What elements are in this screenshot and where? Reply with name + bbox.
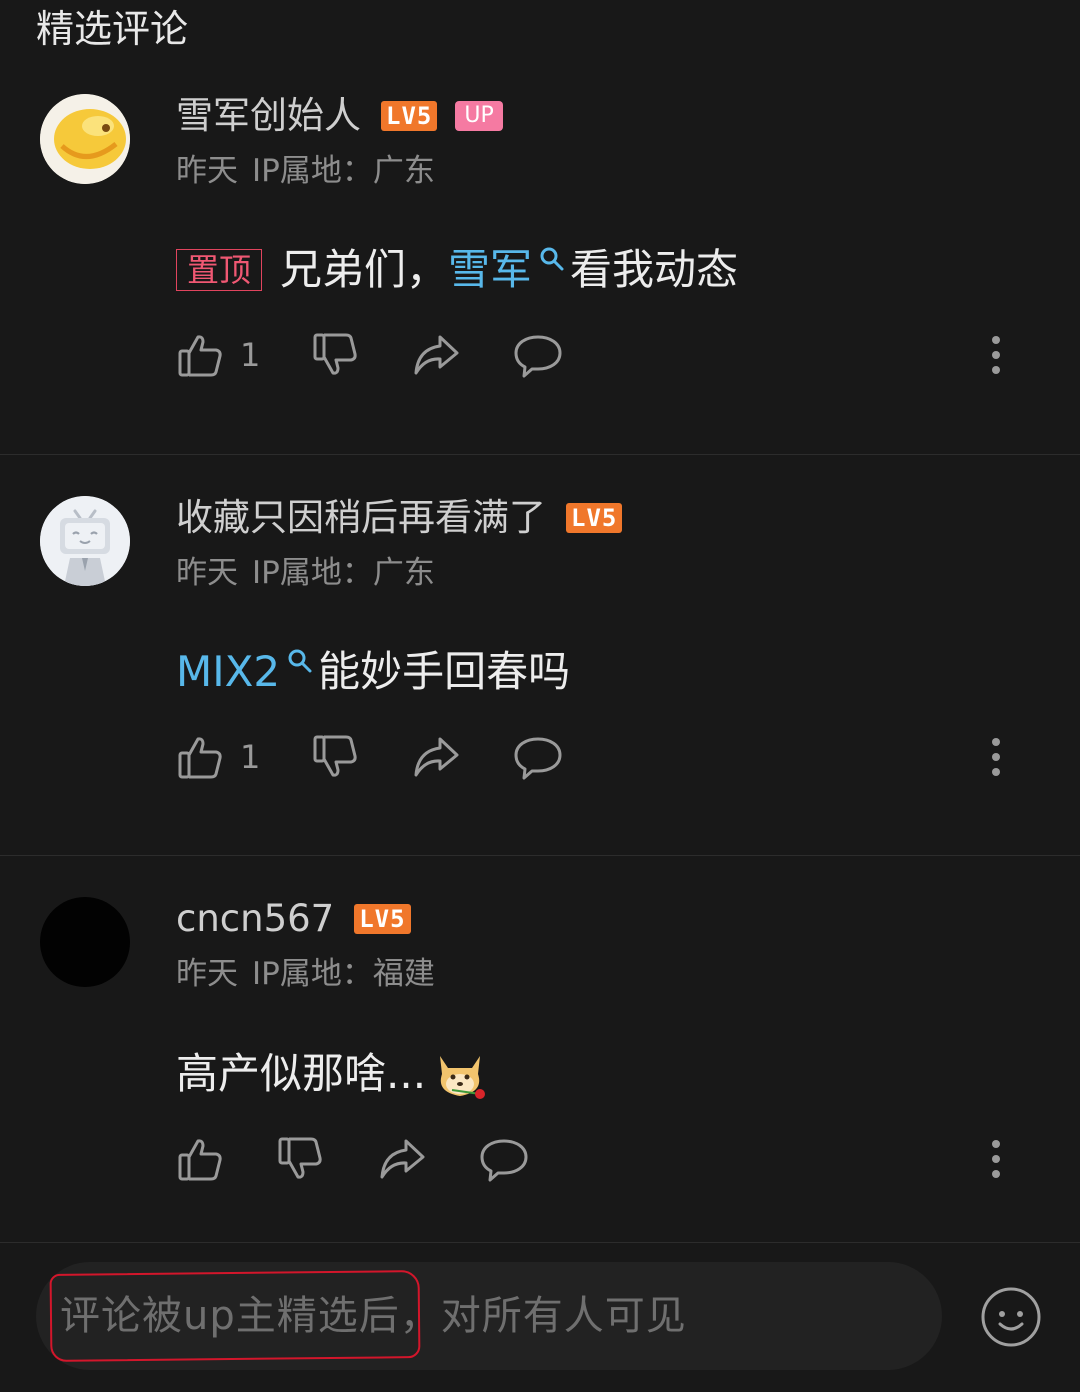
comment-time: 昨天	[176, 956, 238, 992]
dislike-button[interactable]	[276, 1134, 324, 1184]
comment-text: 高产似那啥...	[176, 1049, 427, 1098]
red-highlight-annotation	[49, 1270, 421, 1362]
share-icon	[380, 1139, 425, 1179]
comment-text: 能妙手回春吗	[318, 647, 571, 696]
more-icon	[992, 1140, 1000, 1178]
level-badge: LV5	[566, 503, 623, 533]
reply-button[interactable]	[514, 330, 562, 380]
share-icon	[414, 335, 459, 375]
like-icon	[178, 335, 222, 377]
dislike-icon	[278, 1137, 322, 1179]
avatar[interactable]	[40, 897, 130, 987]
featured-comments-page: 精选评论 雪军创始人 LV5 UP 昨天 IP属地：广东 置顶 兄弟们， 雪军	[0, 0, 1080, 1392]
pinned-tag: 置顶	[176, 249, 263, 291]
like-icon	[178, 737, 222, 779]
like-count: 1	[240, 738, 261, 776]
dislike-button[interactable]	[311, 732, 359, 782]
comment-text: 兄弟们，	[280, 245, 449, 294]
share-button[interactable]	[412, 330, 460, 380]
like-button[interactable]: 1	[176, 330, 260, 380]
comment-time: 昨天	[176, 555, 238, 591]
divider	[0, 855, 1080, 856]
reply-icon	[480, 1139, 528, 1182]
up-badge: UP	[455, 101, 503, 131]
more-button[interactable]	[986, 732, 1006, 782]
doge-emoji	[440, 1056, 486, 1099]
ip-location: IP属地：福建	[252, 956, 435, 992]
dislike-icon	[313, 735, 357, 777]
dislike-button[interactable]	[311, 330, 359, 380]
search-icon	[288, 649, 312, 673]
like-button[interactable]	[176, 1134, 224, 1184]
reply-icon	[514, 737, 562, 780]
search-link[interactable]: 雪军	[448, 242, 532, 298]
comment-text: 看我动态	[570, 245, 739, 294]
comment-time: 昨天	[176, 153, 238, 189]
ip-location: IP属地：广东	[252, 555, 435, 591]
reply-button[interactable]	[514, 732, 562, 782]
reply-button[interactable]	[480, 1134, 528, 1184]
like-button[interactable]: 1	[176, 732, 260, 782]
divider	[0, 454, 1080, 455]
more-button[interactable]	[986, 1134, 1006, 1184]
dislike-icon	[313, 333, 357, 375]
divider	[0, 1242, 1080, 1243]
username[interactable]: cncn567	[176, 897, 334, 941]
search-icon	[540, 247, 564, 271]
section-title: 精选评论	[36, 7, 189, 51]
level-badge: LV5	[354, 904, 411, 934]
more-button[interactable]	[986, 330, 1006, 380]
avatar[interactable]	[40, 496, 130, 586]
reply-icon	[514, 335, 562, 378]
more-icon	[992, 738, 1000, 776]
search-link[interactable]: MIX2	[176, 644, 280, 700]
share-button[interactable]	[378, 1134, 426, 1184]
avatar[interactable]	[40, 94, 130, 184]
username[interactable]: 收藏只因稍后再看满了	[176, 496, 546, 540]
level-badge: LV5	[381, 101, 438, 131]
like-icon	[178, 1139, 222, 1181]
ip-location: IP属地：广东	[252, 153, 435, 189]
share-button[interactable]	[412, 732, 460, 782]
share-icon	[414, 737, 459, 777]
like-count: 1	[240, 336, 261, 374]
more-icon	[992, 336, 1000, 374]
emoji-icon[interactable]	[980, 1286, 1042, 1348]
username[interactable]: 雪军创始人	[176, 94, 361, 138]
